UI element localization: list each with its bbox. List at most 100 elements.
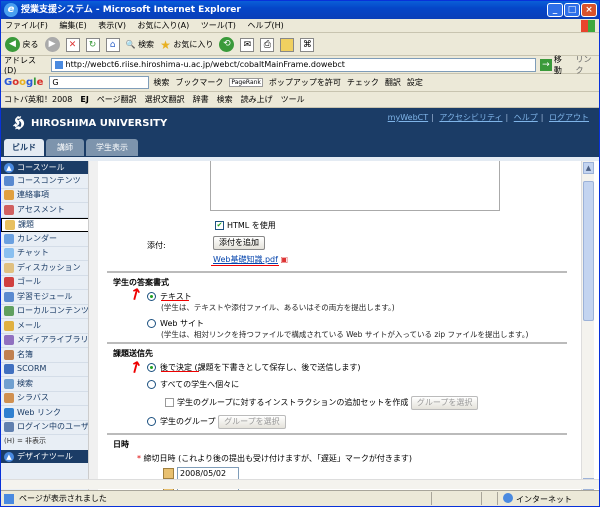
sidebar-item-local-content[interactable]: ローカルコンテンツ (1, 305, 97, 319)
stop-button[interactable]: ✕ (65, 37, 80, 52)
sidebar-item-search[interactable]: 検索 (1, 377, 97, 392)
description-textarea[interactable] (210, 161, 500, 211)
maximize-button[interactable]: □ (564, 3, 580, 17)
address-input[interactable]: http://webct6.riise.hiroshima-u.ac.jp/we… (50, 58, 537, 72)
group-instruction-option[interactable]: 学生のグループに対するインストラクションの追加セットを作成 グループを選択 (165, 396, 479, 410)
close-button[interactable]: × (581, 3, 597, 17)
sidebar-item-calendar[interactable]: カレンダー (1, 232, 97, 247)
horizontal-scrollbar[interactable] (1, 479, 599, 489)
sidebar-item-announcements[interactable]: 連絡事項 (1, 189, 97, 203)
print-button[interactable]: ⎙ (260, 37, 275, 52)
links-label[interactable]: リンク (575, 54, 599, 76)
search-button[interactable]: 🔍 検索 (126, 39, 155, 50)
designer-tools-header[interactable]: ▲ デザイナツール (1, 450, 97, 463)
html-checkbox-label: HTML を使用 (227, 221, 276, 230)
check-button[interactable]: チェック (347, 77, 379, 88)
add-attachment-button[interactable]: 添付を追加 (213, 236, 265, 250)
history-button[interactable]: ⟲ (219, 37, 235, 52)
later-decide-radio[interactable] (147, 363, 156, 372)
html-checkbox[interactable]: ✔ (215, 221, 224, 230)
course-content-icon (4, 175, 14, 186)
sidebar-item-web-links[interactable]: Web リンク (1, 406, 97, 421)
ej-button[interactable]: EJ (80, 95, 88, 104)
research-button[interactable]: ⌘ (300, 37, 315, 52)
read-aloud-button[interactable]: 読み上げ (241, 94, 273, 105)
dict-search-button[interactable]: 検索 (217, 94, 233, 105)
sidebar-item-media-library[interactable]: メディアライブラリ (1, 334, 97, 348)
translate-button[interactable]: 翻訳 (385, 77, 401, 88)
sidebar-item-assignments[interactable]: 課題 (1, 217, 97, 232)
menu-help[interactable]: ヘルプ(H) (247, 21, 283, 30)
menu-file[interactable]: ファイル(F) (5, 21, 48, 30)
html-option[interactable]: ✔ HTML を使用 (215, 220, 276, 231)
help-link[interactable]: ヘルプ (514, 113, 538, 122)
folder-button[interactable] (280, 37, 295, 52)
scroll-up-icon[interactable]: ▲ (583, 162, 594, 174)
sidebar-item-assessments[interactable]: アセスメント (1, 203, 97, 218)
tab-instructor[interactable]: 講師 (46, 139, 84, 156)
student-group-radio[interactable] (147, 417, 156, 426)
selection-translate-button[interactable]: 選択文翻訳 (145, 94, 185, 105)
sidebar-item-online-users[interactable]: ログイン中のユーザ (1, 421, 97, 435)
search-icon (4, 378, 14, 389)
back-button[interactable]: ◀ 戻る (5, 37, 39, 52)
group-select-button-2[interactable]: グループを選択 (218, 415, 286, 429)
google-search-button[interactable]: 検索 (153, 77, 169, 88)
top-links: myWebCT | アクセシビリティ | ヘルプ | ログアウト (387, 113, 589, 122)
group-instruction-checkbox[interactable] (165, 398, 174, 407)
accessibility-link[interactable]: アクセシビリティ (439, 113, 502, 122)
menu-tools[interactable]: ツール(T) (201, 21, 236, 30)
mywebct-link[interactable]: myWebCT (388, 113, 428, 122)
forward-button[interactable]: ▶ (44, 37, 60, 52)
favorites-button[interactable]: ★ お気に入り (160, 38, 213, 52)
page-translate-button[interactable]: ページ翻訳 (97, 94, 137, 105)
page-scrollbar[interactable]: ▲ ▼ (581, 161, 594, 491)
home-button[interactable]: ⌂ (105, 37, 120, 52)
zone-label: インターネット (516, 495, 572, 504)
minimize-button[interactable]: _ (547, 3, 563, 17)
answer-text-radio[interactable] (147, 292, 156, 301)
popup-allow-button[interactable]: ポップアップを許可 (269, 77, 341, 88)
settings-button[interactable]: 設定 (407, 77, 423, 88)
address-label: アドレス(D) (4, 56, 36, 75)
dict-tools-button[interactable]: ツール (281, 94, 305, 105)
sidebar-item-scorm[interactable]: SCORM (1, 363, 97, 377)
sidebar-item-chat[interactable]: チャット (1, 247, 97, 261)
dictionary-button[interactable]: 辞書 (193, 94, 209, 105)
refresh-button[interactable]: ↻ (85, 37, 100, 52)
answer-web-option[interactable]: Web サイト (147, 318, 204, 329)
sidebar-item-syllabus[interactable]: シラバス (1, 392, 97, 406)
sidebar-item-discussion[interactable]: ディスカッション (1, 261, 97, 276)
google-search-input[interactable]: G (49, 76, 150, 89)
tab-student-view[interactable]: 学生表示 (86, 139, 138, 156)
menu-edit[interactable]: 編集(E) (59, 21, 86, 30)
menu-view[interactable]: 表示(V) (98, 21, 126, 30)
deadline-label: * 締切日時 (これより後の提出も受け付けますが、「遅延」マークが付きます) (137, 454, 413, 463)
sidebar-item-course-content[interactable]: コースコンテンツ (1, 174, 97, 189)
calendar-icon[interactable] (163, 468, 174, 479)
sidebar-item-learning-modules[interactable]: 学習モジュール (1, 290, 97, 305)
sidebar-scrollbar[interactable] (88, 161, 98, 491)
attachment-link[interactable]: Web基礎知識.pdf (213, 255, 278, 264)
sidebar-item-mail[interactable]: メール (1, 319, 97, 334)
zone-cell: インターネット (497, 492, 597, 505)
sidebar-item-roster[interactable]: 名簿 (1, 348, 97, 363)
mail-button[interactable]: ✉ (240, 37, 255, 52)
goals-icon (4, 277, 14, 288)
bookmarks-button[interactable]: ブックマーク (175, 77, 223, 88)
student-group-option[interactable]: 学生のグループ グループを選択 (147, 415, 286, 429)
logout-link[interactable]: ログアウト (549, 113, 589, 122)
assessments-icon (4, 204, 14, 215)
group-select-button-1[interactable]: グループを選択 (410, 396, 479, 410)
sidebar-item-goals[interactable]: ゴール (1, 276, 97, 290)
scroll-thumb[interactable] (583, 181, 594, 321)
all-students-radio[interactable] (147, 380, 156, 389)
tab-build[interactable]: ビルド (4, 139, 44, 156)
menu-favorites[interactable]: お気に入り(A) (138, 21, 190, 30)
all-students-option[interactable]: すべての学生へ個々に (147, 379, 239, 390)
menu-bar: ファイル(F) 編集(E) 表示(V) お気に入り(A) ツール(T) ヘルプ(… (1, 19, 599, 33)
go-button[interactable]: → 移動 (540, 54, 569, 76)
course-tools-header[interactable]: ▲ コースツール (1, 161, 97, 174)
text-underline (161, 300, 189, 301)
answer-web-radio[interactable] (147, 319, 156, 328)
